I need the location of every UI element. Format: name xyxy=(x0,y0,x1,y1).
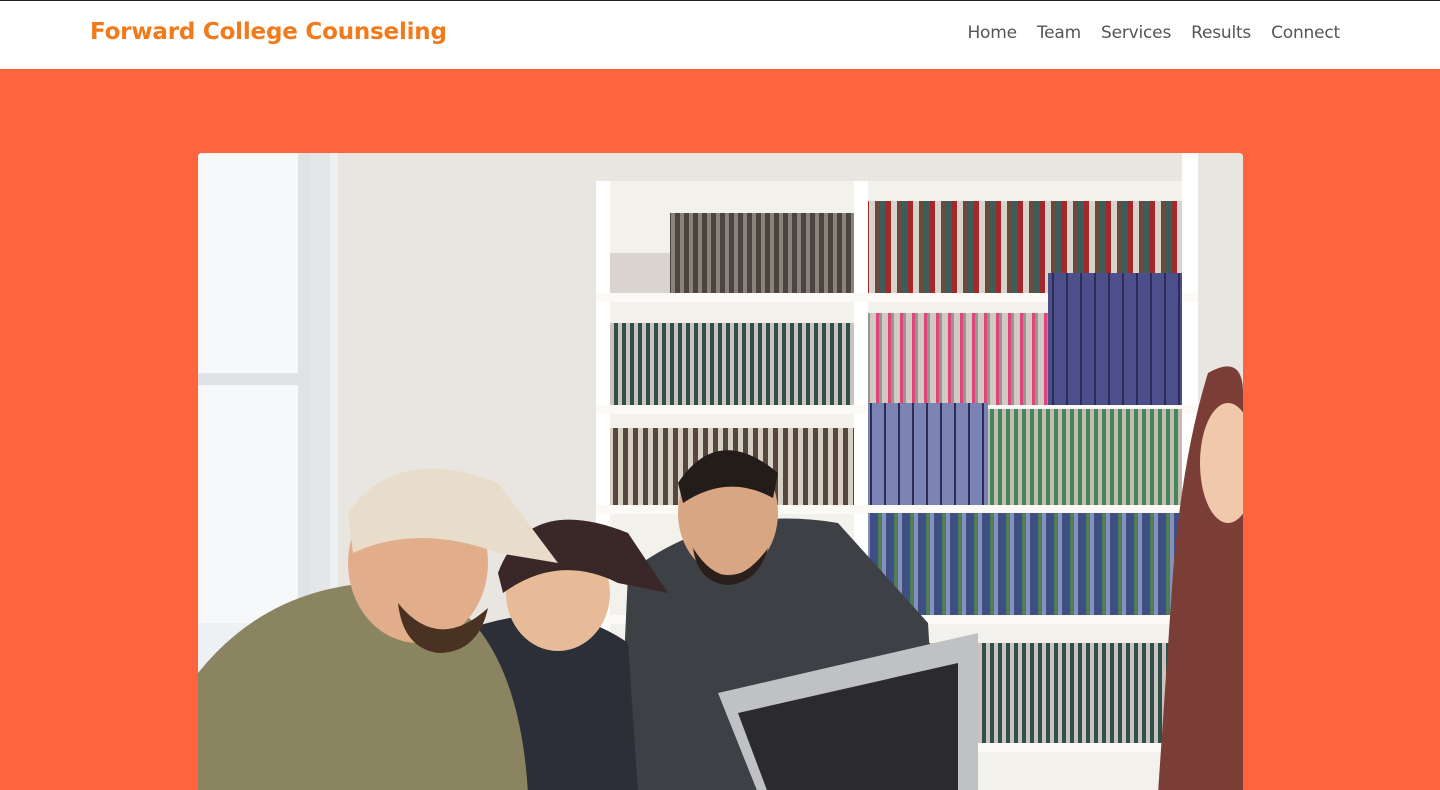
nav-link-team[interactable]: Team xyxy=(1037,23,1081,43)
nav-item-home: Home xyxy=(967,23,1017,43)
nav-item-team: Team xyxy=(1037,23,1081,43)
nav-item-connect: Connect xyxy=(1271,23,1340,43)
top-navbar: Forward College Counseling Home Team Ser… xyxy=(0,0,1440,69)
group-study-illustration xyxy=(198,153,1243,790)
nav-item-services: Services xyxy=(1101,23,1171,43)
main-nav: Home Team Services Results Connect xyxy=(967,23,1340,43)
nav-link-home[interactable]: Home xyxy=(967,23,1017,43)
brand-logo-link[interactable]: Forward College Counseling xyxy=(90,19,447,45)
nav-link-results[interactable]: Results xyxy=(1191,23,1251,43)
nav-link-services[interactable]: Services xyxy=(1101,23,1171,43)
nav-link-connect[interactable]: Connect xyxy=(1271,23,1340,43)
hero-image xyxy=(198,153,1243,790)
nav-item-results: Results xyxy=(1191,23,1251,43)
